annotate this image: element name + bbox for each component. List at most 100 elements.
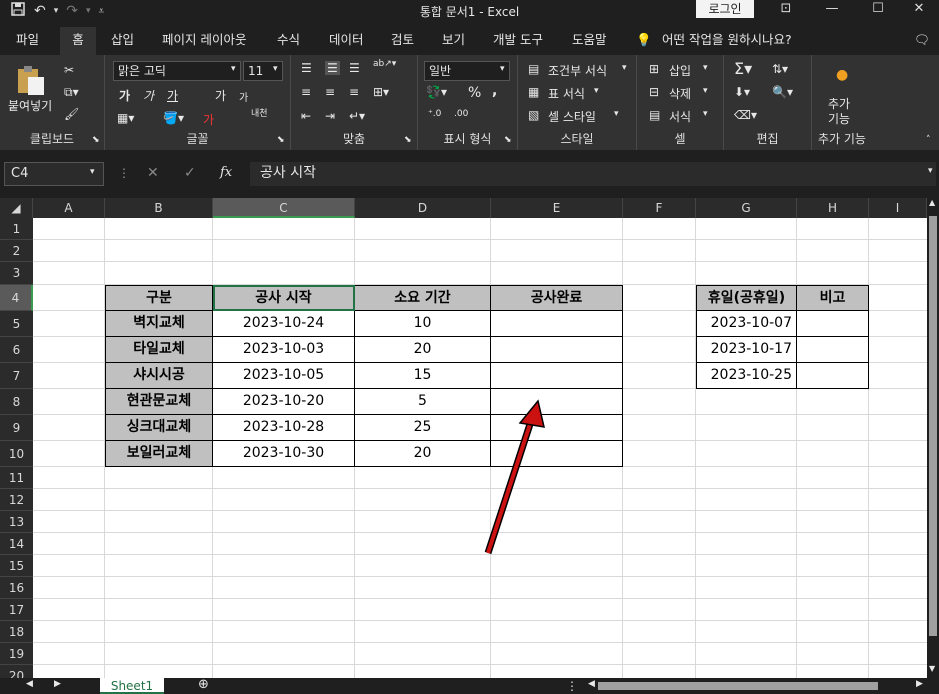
border-icon[interactable]: ▦▾ (117, 111, 134, 125)
merge-center-icon[interactable]: ⊞▾ (373, 85, 389, 99)
italic-button[interactable]: 가 (143, 87, 154, 104)
minimize-icon[interactable]: — (812, 0, 852, 20)
next-sheet-icon[interactable]: ▶ (54, 679, 61, 689)
font-name-select[interactable]: 맑은 고딕 (113, 61, 241, 81)
percent-button[interactable]: % (468, 85, 481, 101)
scroll-down-icon[interactable]: ▼ (929, 664, 935, 673)
sort-filter-icon[interactable]: ⇅▾ (772, 62, 788, 76)
align-right-icon[interactable]: ≡ (349, 85, 359, 99)
column-header-a[interactable]: A (33, 198, 105, 218)
tab-help[interactable]: 도움말 (572, 27, 607, 55)
holiday-cell-note[interactable] (797, 363, 869, 389)
formula-input[interactable]: 공사 시작 (250, 162, 936, 186)
table-cell-duration[interactable]: 15 (355, 363, 491, 389)
row-header-2[interactable]: 2 (0, 240, 33, 262)
underline-button[interactable]: 가 (167, 87, 178, 104)
tab-view[interactable]: 보기 (442, 27, 465, 55)
maximize-icon[interactable]: ☐ (858, 0, 898, 20)
cancel-entry-icon[interactable]: ✕ (147, 165, 159, 181)
addins-icon[interactable]: ● (836, 67, 848, 83)
row-header-9[interactable]: 9 (0, 415, 33, 441)
paste-button[interactable]: 붙여넣기 (8, 97, 52, 114)
row-header-16[interactable]: 16 (0, 577, 33, 599)
row-header-4[interactable]: 4 (0, 285, 33, 311)
tab-developer[interactable]: 개발 도구 (493, 27, 543, 55)
insert-function-button[interactable]: fx (220, 165, 232, 180)
table-header-category[interactable]: 구분 (105, 285, 213, 311)
row-header-17[interactable]: 17 (0, 599, 33, 621)
vertical-scrollbar[interactable]: ▲ ▼ (927, 198, 939, 678)
tab-review[interactable]: 검토 (391, 27, 414, 55)
table-header-complete[interactable]: 공사완료 (491, 285, 623, 311)
holiday-cell-date[interactable]: 2023-10-17 (696, 337, 797, 363)
holiday-cell-date[interactable]: 2023-10-25 (696, 363, 797, 389)
tab-data[interactable]: 데이터 (329, 27, 364, 55)
collapse-ribbon-icon[interactable]: ˄ (926, 135, 931, 145)
decrease-decimal-icon[interactable]: .00 (454, 109, 468, 119)
column-header-c[interactable]: C (213, 198, 355, 218)
hscroll-left-icon[interactable]: ◀ (588, 679, 595, 689)
tab-file[interactable]: 파일 (16, 27, 39, 55)
row-header-1[interactable]: 1 (0, 218, 33, 240)
holiday-cell-note[interactable] (797, 311, 869, 337)
holiday-header-date[interactable]: 휴일(공휴일) (696, 285, 797, 311)
increase-decimal-icon[interactable]: ⁺.0 (428, 109, 441, 119)
bold-button[interactable]: 가 (119, 87, 130, 104)
insert-cells-button[interactable]: 삽입 (669, 62, 691, 79)
table-header-duration[interactable]: 소요 기간 (355, 285, 491, 311)
cell-style-dropdown-icon[interactable]: ▾ (614, 109, 619, 119)
holiday-header-note[interactable]: 비고 (797, 285, 869, 311)
table-cell-category[interactable]: 샤시시공 (105, 363, 213, 389)
tab-split-icon[interactable]: ⋮ (566, 679, 578, 693)
align-left-icon[interactable]: ≡ (301, 85, 311, 99)
tab-page-layout[interactable]: 페이지 레이아웃 (162, 27, 246, 55)
formula-options-icon[interactable]: ⋮ (118, 166, 130, 180)
row-header-8[interactable]: 8 (0, 389, 33, 415)
table-cell-start[interactable]: 2023-10-03 (213, 337, 355, 363)
table-cell-category[interactable]: 타일교체 (105, 337, 213, 363)
align-center-icon[interactable]: ≡ (325, 85, 335, 99)
currency-icon[interactable]: 💱▾ (426, 85, 447, 99)
row-header-3[interactable]: 3 (0, 262, 33, 285)
prev-sheet-icon[interactable]: ◀ (26, 679, 33, 689)
scroll-thumb[interactable] (929, 216, 937, 636)
expand-formula-icon[interactable]: ▾ (928, 166, 933, 176)
table-cell-category[interactable]: 벽지교체 (105, 311, 213, 337)
conditional-format-icon[interactable]: ▤ (528, 62, 539, 76)
table-cell-complete[interactable] (491, 337, 623, 363)
comma-button[interactable]: , (492, 83, 497, 99)
align-bottom-icon[interactable]: ☰ (349, 61, 360, 75)
table-format-icon[interactable]: ▦ (528, 85, 539, 99)
name-box[interactable]: C4 (4, 162, 104, 186)
worksheet-grid[interactable]: ◢ A B C D E F G H I 1 2 3 4 5 6 7 8 9 10 11 12 13 14 1… (0, 198, 927, 678)
row-header-10[interactable]: 10 (0, 441, 33, 467)
font-color-button[interactable]: 가 (203, 111, 214, 128)
row-header-6[interactable]: 6 (0, 337, 33, 363)
format-cells-button[interactable]: 서식 (669, 108, 691, 125)
comments-icon[interactable]: 🗨 (914, 27, 930, 55)
tab-insert[interactable]: 삽입 (111, 27, 134, 55)
row-header-11[interactable]: 11 (0, 467, 33, 489)
table-cell-category[interactable]: 보일러교체 (105, 441, 213, 467)
cut-icon[interactable]: ✂ (64, 63, 74, 77)
new-sheet-icon[interactable]: ⊕ (198, 677, 209, 692)
holiday-cell-note[interactable] (797, 337, 869, 363)
tab-formulas[interactable]: 수식 (277, 27, 300, 55)
table-cell-duration[interactable]: 20 (355, 337, 491, 363)
font-size-dropdown-icon[interactable]: ▾ (273, 64, 278, 74)
row-header-7[interactable]: 7 (0, 363, 33, 389)
table-format-dropdown-icon[interactable]: ▾ (594, 86, 599, 96)
format-painter-icon[interactable]: 🖌 (64, 107, 79, 121)
conditional-format-dropdown-icon[interactable]: ▾ (622, 63, 627, 73)
autosum-icon[interactable]: Σ▾ (734, 59, 752, 78)
format-cells-dropdown-icon[interactable]: ▾ (703, 109, 708, 119)
delete-cells-icon[interactable]: ⊟ (649, 85, 659, 99)
scroll-up-icon[interactable]: ▲ (929, 198, 935, 207)
tab-home[interactable]: 홈 (60, 27, 96, 55)
close-icon[interactable]: ✕ (899, 0, 939, 20)
align-middle-icon[interactable]: ☰ (325, 61, 340, 75)
format-cells-icon[interactable]: ▤ (649, 108, 660, 122)
column-header-h[interactable]: H (797, 198, 869, 218)
login-button[interactable]: 로그인 (696, 0, 754, 18)
holiday-cell-date[interactable]: 2023-10-07 (696, 311, 797, 337)
